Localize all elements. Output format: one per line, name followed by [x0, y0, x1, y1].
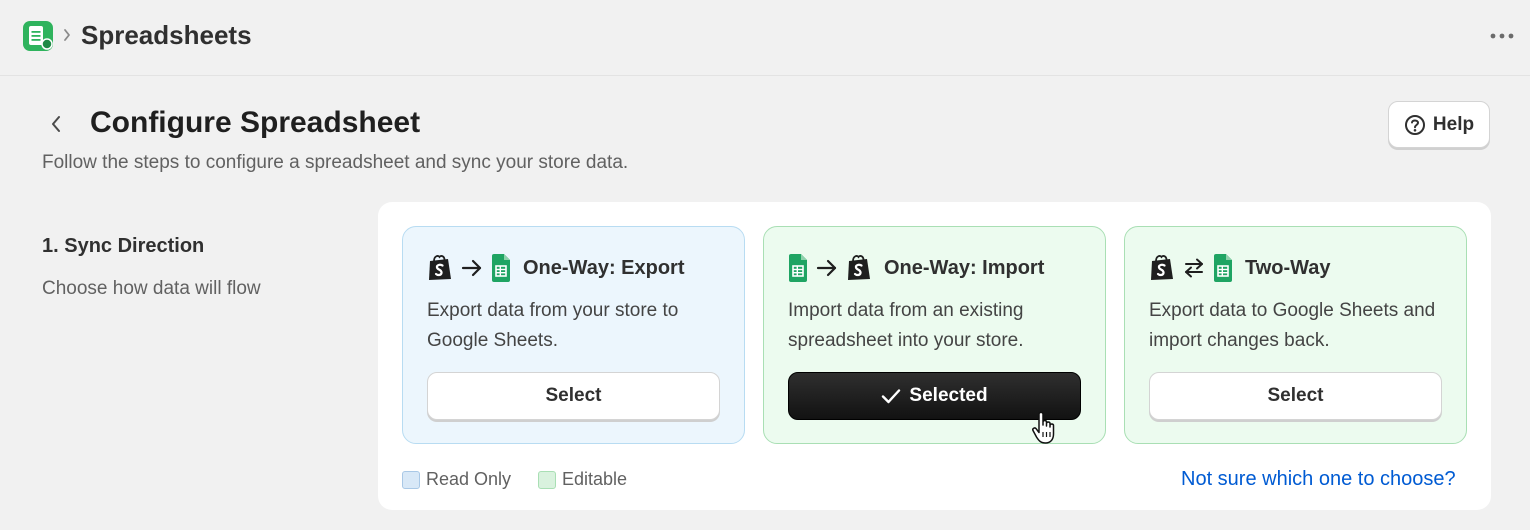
- arrow-right-icon: [816, 258, 838, 278]
- card-two-way[interactable]: Two-Way Export data to Google Sheets and…: [1124, 226, 1467, 444]
- legend-read-only: Read Only: [402, 469, 511, 490]
- section-title: 1. Sync Direction: [42, 235, 205, 257]
- arrow-right-icon: [461, 258, 483, 278]
- chevron-right-icon: [64, 29, 70, 41]
- question-circle-icon: [1404, 114, 1425, 135]
- button-label: Select: [545, 385, 602, 406]
- card-description: Export data from your store to Google Sh…: [427, 300, 679, 351]
- shopify-bag-icon: [846, 254, 872, 282]
- card-header: Two-Way: [1149, 254, 1331, 282]
- top-bar: Spreadsheets: [0, 0, 1530, 76]
- page-subtitle: Follow the steps to configure a spreadsh…: [42, 152, 629, 173]
- select-two-way-button[interactable]: Select: [1149, 372, 1442, 420]
- card-title: One-Way: Import: [884, 256, 1045, 279]
- chevron-left-icon[interactable]: [48, 114, 64, 134]
- more-horizontal-icon[interactable]: [1490, 32, 1514, 40]
- arrows-swap-icon: [1183, 258, 1205, 278]
- card-one-way-export[interactable]: One-Way: Export Export data from your st…: [402, 226, 745, 444]
- card-title: Two-Way: [1245, 256, 1331, 279]
- card-description: Import data from an existing spreadsheet…: [788, 300, 1024, 351]
- legend-label: Editable: [562, 469, 628, 489]
- section-description: Choose how data will flow: [42, 278, 261, 299]
- card-title: One-Way: Export: [523, 256, 685, 279]
- google-sheets-icon: [1213, 254, 1233, 282]
- page-title: Configure Spreadsheet: [90, 106, 421, 139]
- spreadsheet-app-icon[interactable]: [23, 21, 55, 51]
- legend-swatch-editable: [538, 470, 556, 489]
- shopify-bag-icon: [427, 254, 453, 282]
- legend-editable: Editable: [538, 469, 627, 490]
- legend-label: Read Only: [426, 469, 512, 489]
- google-sheets-icon: [491, 254, 511, 282]
- card-header: One-Way: Import: [788, 254, 1044, 282]
- legend-swatch-read-only: [402, 470, 420, 489]
- button-label: Select: [1267, 385, 1324, 406]
- not-sure-help-link[interactable]: Not sure which one to choose?: [1181, 468, 1456, 491]
- card-header: One-Way: Export: [427, 254, 685, 282]
- hand-pointer-cursor-icon: [1032, 411, 1055, 444]
- button-label: Selected: [909, 385, 988, 406]
- select-export-button[interactable]: Select: [427, 372, 720, 420]
- help-button[interactable]: Help: [1388, 101, 1490, 148]
- shopify-bag-icon: [1149, 254, 1175, 282]
- breadcrumb-title[interactable]: Spreadsheets: [81, 20, 252, 51]
- help-button-label: Help: [1432, 113, 1475, 135]
- card-description: Export data to Google Sheets and import …: [1149, 300, 1436, 351]
- checkmark-icon: [882, 389, 901, 404]
- google-sheets-icon: [788, 254, 808, 282]
